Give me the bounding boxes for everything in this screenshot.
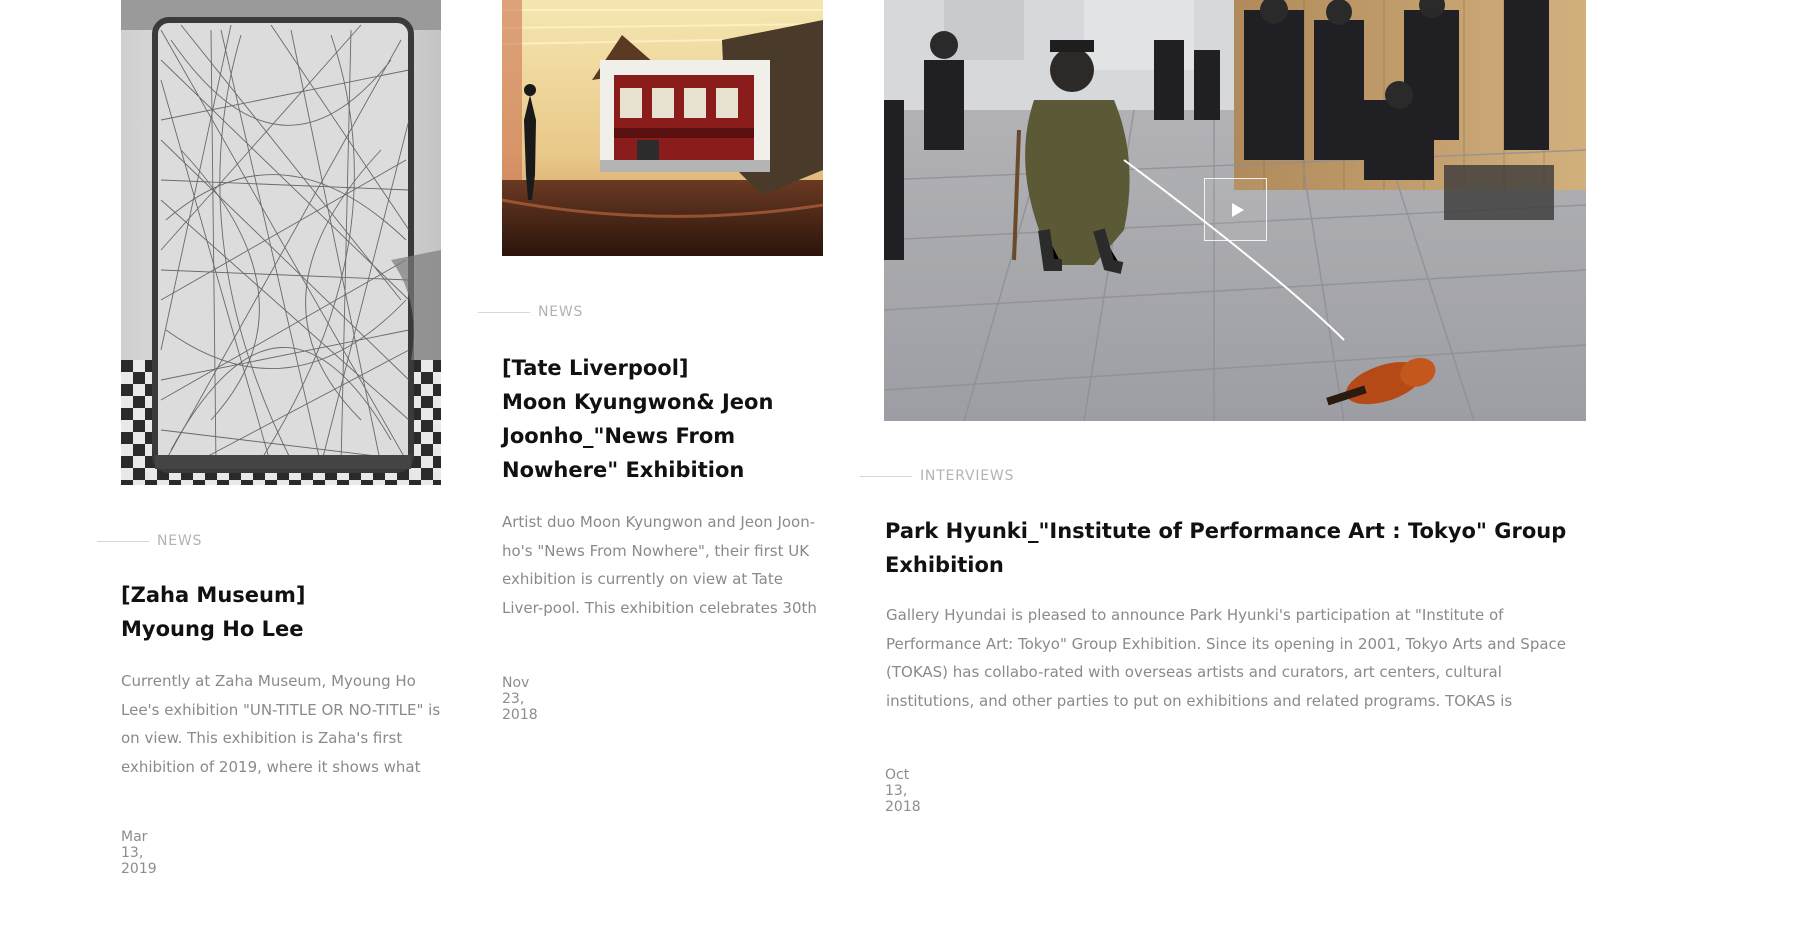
category-divider: [478, 311, 530, 313]
string-installation-photo: [121, 0, 441, 485]
article-excerpt: Artist duo Moon Kyungwon and Jeon Joon-h…: [502, 513, 817, 617]
title-line: Myoung Ho Lee: [121, 617, 304, 641]
title-line: [Zaha Museum]: [121, 583, 306, 607]
category-divider: [97, 540, 149, 542]
article-title[interactable]: [Zaha Museum] Myoung Ho Lee: [121, 578, 451, 646]
play-icon: [1232, 203, 1244, 217]
title-line: Exhibition: [885, 553, 1004, 577]
article-date: Oct 13, 2018: [885, 767, 921, 815]
card-image-link[interactable]: [121, 0, 441, 485]
title-line: Nowhere" Exhibition: [502, 458, 745, 482]
title-line: Joonho_"News From: [502, 424, 736, 448]
category-text: INTERVIEWS: [920, 468, 1015, 484]
video-play-button[interactable]: [1204, 178, 1267, 241]
article-title[interactable]: Park Hyunki_"Institute of Performance Ar…: [885, 514, 1605, 582]
article-date: Mar 13, 2019: [121, 829, 157, 877]
category-text: NEWS: [157, 533, 203, 549]
article-excerpt: Gallery Hyundai is pleased to announce P…: [886, 606, 1567, 710]
category-label: INTERVIEWS: [860, 468, 1014, 484]
category-label: NEWS: [97, 533, 202, 549]
card-image-link[interactable]: [502, 0, 823, 256]
title-line: Moon Kyungwon& Jeon: [502, 390, 774, 414]
article-excerpt: Currently at Zaha Museum, Myoung Ho Lee'…: [121, 672, 441, 776]
article-title[interactable]: [Tate Liverpool] Moon Kyungwon& Jeon Joo…: [502, 351, 832, 487]
gallery-installation-photo: [502, 0, 823, 256]
title-line: Park Hyunki_"Institute of Performance Ar…: [885, 519, 1567, 543]
title-line: [Tate Liverpool]: [502, 356, 689, 380]
video-thumbnail-link[interactable]: [884, 0, 1586, 421]
category-divider: [860, 475, 912, 477]
category-text: NEWS: [538, 304, 584, 320]
category-label: NEWS: [478, 304, 583, 320]
article-date: Nov 23, 2018: [502, 675, 538, 723]
